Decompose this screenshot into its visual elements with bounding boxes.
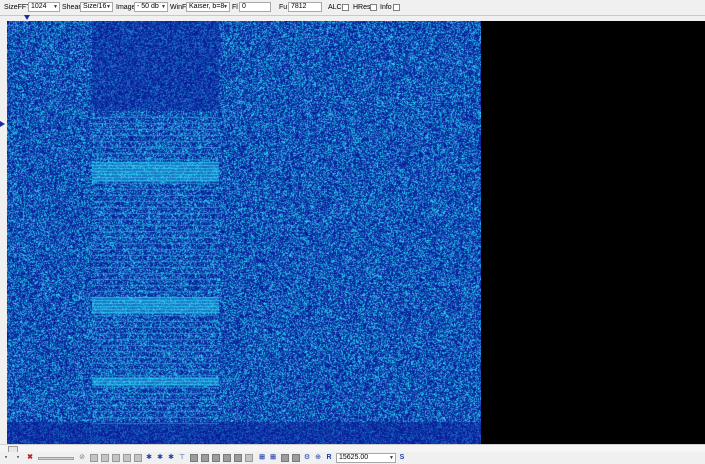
winf-label: WinF (170, 4, 187, 11)
alc-checkbox[interactable] (342, 4, 349, 11)
fl-label: Fl (232, 4, 238, 11)
doc-icon[interactable]: ▪ (14, 454, 22, 462)
chevron-down-icon: ▼ (53, 4, 58, 10)
image-label: Image (116, 4, 136, 11)
doc-icon[interactable] (281, 454, 289, 462)
r-icon[interactable]: R (325, 454, 333, 462)
image-select[interactable]: - 50 db ▼ (134, 2, 168, 12)
doc-icon[interactable] (90, 454, 98, 462)
l1-icon[interactable]: ⊞ (258, 454, 266, 462)
doc-icon[interactable] (245, 454, 253, 462)
fl-input[interactable]: 0 (239, 2, 271, 12)
doc-icon[interactable] (112, 454, 120, 462)
size-fft-label: SizeFFT (4, 4, 31, 11)
stop-icon[interactable]: ⊘ (78, 454, 86, 462)
winf-value: Kaiser, b=8 (189, 3, 225, 10)
image-value: - 50 db (137, 3, 159, 10)
zoom-in-icon[interactable]: ✱ (145, 454, 153, 462)
spectrogram-empty-region (481, 21, 705, 444)
s-icon[interactable]: S (398, 454, 406, 462)
doc-icon[interactable] (292, 454, 300, 462)
close-icon[interactable]: ✖ (26, 454, 34, 462)
info-checkbox[interactable] (393, 4, 400, 11)
doc-icon[interactable] (101, 454, 109, 462)
volume-slider[interactable] (38, 457, 74, 460)
doc-icon[interactable] (123, 454, 131, 462)
toolbar: SizeFFT 1024 ▼ Shear Size/16 ▼ Image - 5… (0, 0, 705, 16)
winf-select[interactable]: Kaiser, b=8 ▼ (186, 2, 230, 12)
bottom-toolbar: ▪ ▪ ✖ ⊘ ✱ ✱ ✱ ⊤ ⊞ ⊞ ⚙ ⊕ R 15625.00 ▼ S (0, 452, 705, 464)
size-fft-select[interactable]: 1024 ▼ (28, 2, 60, 12)
doc-icon[interactable] (190, 454, 198, 462)
t-scale-icon[interactable]: ⊤ (178, 454, 186, 462)
l2-icon[interactable]: ⊞ (269, 454, 277, 462)
doc-icon[interactable] (201, 454, 209, 462)
chevron-down-icon: ▼ (106, 4, 111, 10)
info-label: Info (380, 4, 392, 11)
fu-input[interactable]: 7812 (288, 2, 322, 12)
chevron-down-icon: ▼ (161, 4, 166, 10)
alc-label: ALC (328, 4, 342, 11)
chevron-down-icon: ▼ (223, 4, 228, 10)
doc-icon[interactable] (223, 454, 231, 462)
settings-icon[interactable]: ⚙ (303, 454, 311, 462)
sample-rate-select[interactable]: 15625.00 ▼ (336, 453, 396, 463)
doc-icon[interactable] (212, 454, 220, 462)
frequency-marker-icon[interactable] (24, 15, 30, 20)
doc-icon[interactable] (234, 454, 242, 462)
shear-select[interactable]: Size/16 ▼ (80, 2, 113, 12)
fu-label: Fu (279, 4, 288, 11)
hres-label: HRes (353, 4, 371, 11)
hres-checkbox[interactable] (370, 4, 377, 11)
zoom-icon[interactable]: ⊕ (314, 454, 322, 462)
star-icon[interactable]: ✱ (167, 454, 175, 462)
chevron-down-icon: ▼ (389, 455, 394, 461)
doc-icon[interactable]: ▪ (2, 454, 10, 462)
zoom-out-icon[interactable]: ✱ (156, 454, 164, 462)
time-marker-icon[interactable] (0, 121, 5, 127)
shear-label: Shear (62, 4, 81, 11)
shear-value: Size/16 (83, 3, 107, 10)
sample-rate-value: 15625.00 (339, 454, 369, 461)
spectrogram-view[interactable] (7, 21, 481, 444)
size-fft-value: 1024 (31, 3, 47, 10)
doc-icon[interactable] (134, 454, 142, 462)
